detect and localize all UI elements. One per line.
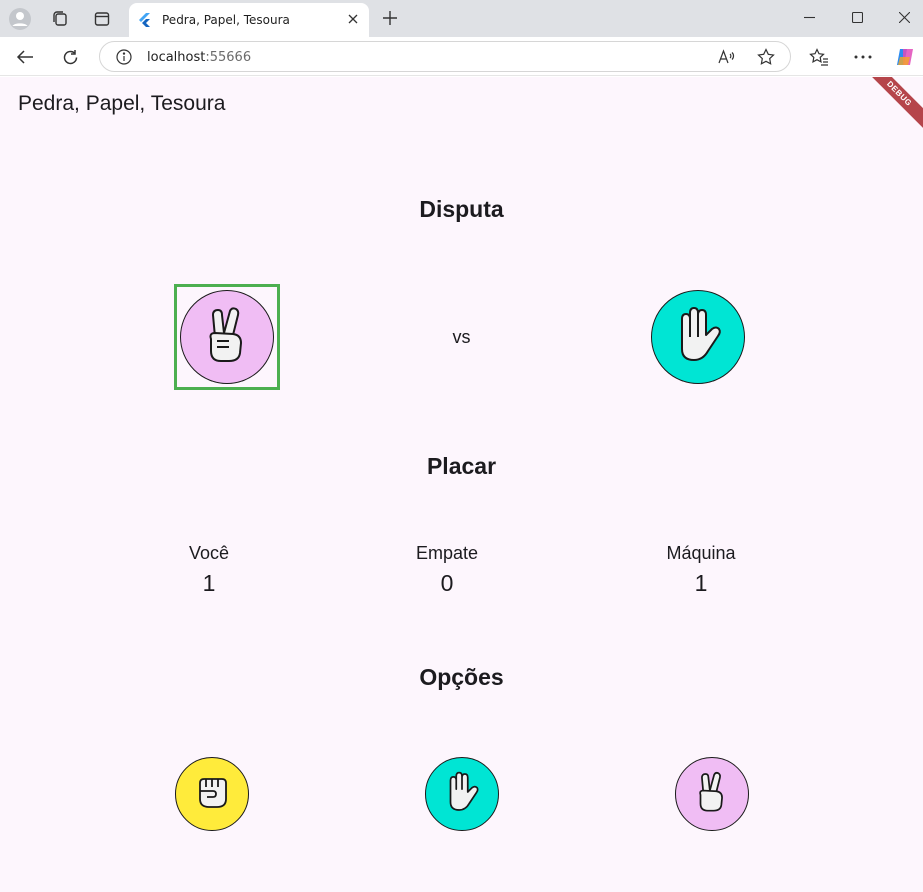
score-value: 0: [440, 570, 454, 596]
flutter-icon: [139, 13, 151, 32]
score-value: 1: [694, 570, 708, 596]
app-viewport: Pedra, Papel, Tesoura DEBUG Disputa vs P…: [0, 77, 923, 892]
profile-icon[interactable]: [6, 6, 34, 32]
more-options-icon[interactable]: [851, 45, 875, 69]
score-label: Máquina: [666, 543, 736, 563]
new-tab-icon[interactable]: [380, 8, 400, 28]
score-label: Empate: [415, 543, 479, 563]
close-tab-icon[interactable]: [345, 11, 361, 27]
machine-choice: [651, 290, 745, 384]
copilot-icon[interactable]: [893, 45, 917, 69]
address-bar[interactable]: localhost:55666: [99, 41, 791, 72]
scissors-hand-icon: [690, 769, 734, 820]
vs-label: vs: [452, 327, 471, 347]
refresh-icon[interactable]: [58, 45, 82, 69]
site-info-icon[interactable]: [116, 49, 132, 70]
browser-tab-active[interactable]: Pedra, Papel, Tesoura: [129, 3, 369, 37]
score-value: 1: [202, 570, 216, 596]
option-paper-button[interactable]: [425, 757, 499, 831]
option-rock-button[interactable]: [175, 757, 249, 831]
tab-title: Pedra, Papel, Tesoura: [162, 13, 290, 27]
app-title: Pedra, Papel, Tesoura: [18, 92, 226, 115]
score-player: Você 1: [129, 543, 289, 597]
vertical-tabs-icon[interactable]: [88, 6, 116, 32]
rock-hand-icon: [191, 771, 233, 818]
score-tie: Empate 0: [367, 543, 527, 597]
placar-heading: Placar: [426, 453, 497, 479]
close-window-icon[interactable]: [891, 6, 917, 28]
maximize-icon[interactable]: [844, 6, 870, 28]
url-text: localhost:55666: [147, 50, 252, 65]
favorites-icon[interactable]: [807, 45, 831, 69]
collections-icon[interactable]: [46, 6, 74, 32]
score-label: Você: [188, 543, 230, 563]
paper-hand-icon: [668, 303, 728, 372]
browser-tab-bar: Pedra, Papel, Tesoura: [0, 0, 923, 37]
option-scissors-button[interactable]: [675, 757, 749, 831]
back-arrow-icon[interactable]: [13, 45, 37, 69]
browser-toolbar: localhost:55666: [0, 37, 923, 76]
debug-banner: DEBUG: [858, 77, 923, 135]
opcoes-heading: Opções: [419, 664, 504, 690]
score-machine: Máquina 1: [621, 543, 781, 597]
minimize-icon[interactable]: [796, 6, 822, 28]
paper-hand-icon: [440, 769, 484, 820]
disputa-heading: Disputa: [419, 196, 504, 222]
read-aloud-icon[interactable]: [718, 49, 736, 70]
favorite-star-icon[interactable]: [757, 48, 775, 71]
